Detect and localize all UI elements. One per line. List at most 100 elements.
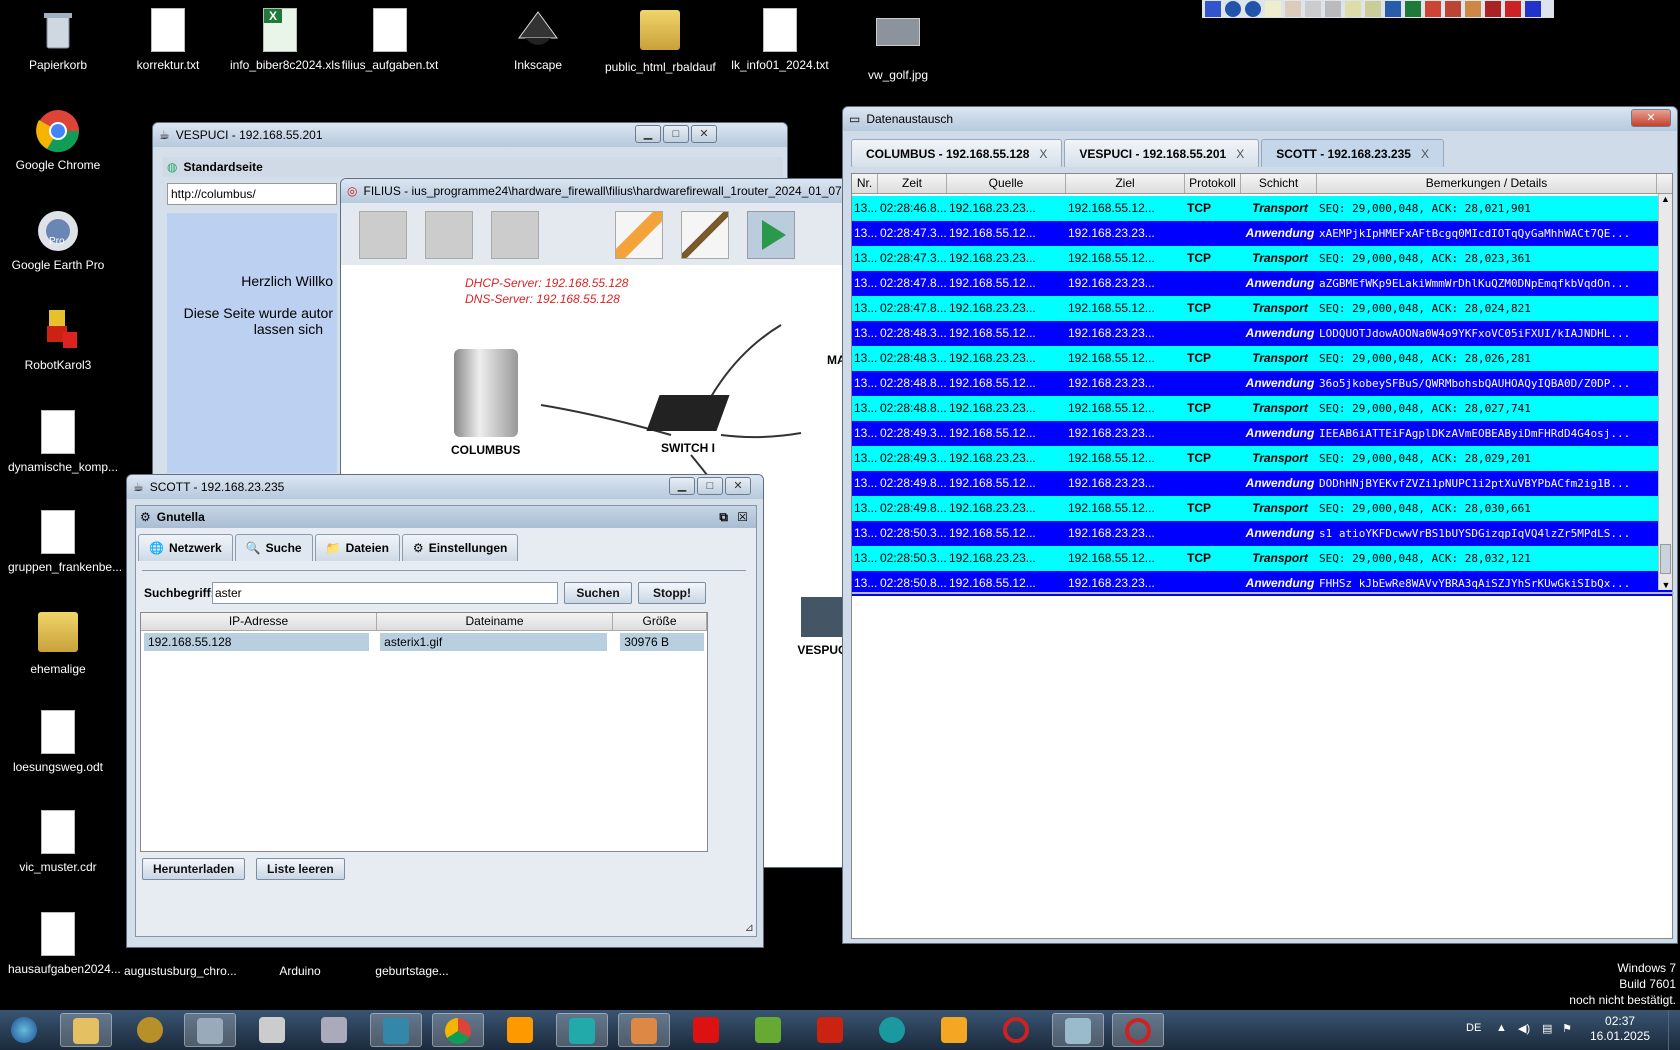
table-row[interactable]: 13... 02:28:49.3... 192.168.23.23... 192.16… xyxy=(852,446,1672,471)
infopath-icon[interactable] xyxy=(1505,1,1521,17)
close-icon[interactable]: ✕ xyxy=(725,477,751,495)
play-icon[interactable] xyxy=(747,211,795,259)
tab-netzwerk[interactable]: 🌐 Netzwerk xyxy=(138,534,233,561)
table-row[interactable]: 13... 02:28:49.8... 192.168.23.23... 192.16… xyxy=(852,496,1672,521)
desktop-icon-dynamische[interactable]: dynamische_komp... xyxy=(8,410,118,474)
close-tab-icon[interactable]: X xyxy=(1236,147,1244,161)
taskbar-notes[interactable] xyxy=(1052,1013,1104,1047)
taskbar-filius-active[interactable] xyxy=(1112,1013,1164,1047)
taskbar-media[interactable] xyxy=(494,1013,546,1047)
desktop-icon-vw-golf[interactable]: vw_golf.jpg xyxy=(848,8,948,82)
scrollbar[interactable]: ▲ ▼ xyxy=(1658,194,1672,590)
taskbar-settings[interactable] xyxy=(124,1013,176,1047)
desktop-icon-vic-muster[interactable]: vic_muster.cdr xyxy=(8,810,108,874)
desktop-icon-lk-info[interactable]: lk_info01_2024.txt xyxy=(730,8,830,72)
table-row[interactable]: 13... 02:28:47.3... 192.168.55.12... 192.16… xyxy=(852,221,1672,246)
access-icon[interactable] xyxy=(1485,1,1501,17)
scroll-up-icon[interactable]: ▲ xyxy=(1659,194,1672,204)
close-icon[interactable]: ✕ xyxy=(691,125,717,143)
taskbar-paint[interactable] xyxy=(618,1013,670,1047)
form-icon[interactable] xyxy=(1325,1,1341,17)
excel-icon[interactable] xyxy=(1405,1,1421,17)
desktop-icon-arduino[interactable]: Arduino xyxy=(250,964,350,978)
desktop-icon-loesungsweg[interactable]: loesungsweg.odt xyxy=(8,710,108,774)
maximize-icon[interactable]: □ xyxy=(663,125,689,143)
language-indicator[interactable]: DE xyxy=(1466,1022,1481,1034)
help-icon[interactable] xyxy=(1245,1,1261,17)
clipboard-icon[interactable] xyxy=(1305,1,1321,17)
close-icon[interactable]: ☒ xyxy=(737,510,748,524)
stop-button[interactable]: Stopp! xyxy=(638,582,706,604)
powerpoint-icon[interactable] xyxy=(1425,1,1441,17)
node-columbus[interactable]: COLUMBUS xyxy=(451,349,520,457)
taskbar-notepad[interactable] xyxy=(184,1013,236,1047)
publisher-icon[interactable] xyxy=(1445,1,1461,17)
desktop-icon-google-earth[interactable]: Pro Google Earth Pro xyxy=(8,208,108,272)
resize-grip-icon[interactable]: ⊿ xyxy=(745,921,754,934)
desktop-icon-augustusburg[interactable]: augustusburg_chro... xyxy=(124,964,237,978)
app-icon[interactable] xyxy=(1205,1,1221,17)
word-icon[interactable] xyxy=(1385,1,1401,17)
open-folder-icon[interactable] xyxy=(425,211,473,259)
mail-icon[interactable] xyxy=(1285,1,1301,17)
tab-dateien[interactable]: 📁 Dateien xyxy=(314,534,400,561)
taskbar-files[interactable] xyxy=(246,1013,298,1047)
tab-suche[interactable]: 🔍 Suche xyxy=(234,534,313,561)
taskbar-sketch[interactable] xyxy=(742,1013,794,1047)
table-row[interactable]: 13... 02:28:49.8... 192.168.55.12... 192.16… xyxy=(852,471,1672,496)
search-input[interactable] xyxy=(212,582,558,604)
table-row[interactable]: 13... 02:28:48.3... 192.168.55.12... 192.16… xyxy=(852,321,1672,346)
desktop-icon-chrome[interactable]: Google Chrome xyxy=(8,108,108,172)
taskbar-filius[interactable] xyxy=(990,1013,1042,1047)
pencil-edit-icon[interactable] xyxy=(615,211,663,259)
scott-titlebar[interactable]: ☕ SCOTT - 192.168.23.235 ▁ □ ✕ xyxy=(127,475,763,499)
table-row[interactable]: 192.168.55.128 asterix1.gif 30976 B xyxy=(141,633,707,651)
filius-titlebar[interactable]: ◎ FILIUS - ius_programme24\hardware_fire… xyxy=(341,179,849,203)
notes-icon[interactable] xyxy=(1345,1,1361,17)
taskbar-explorer[interactable] xyxy=(60,1013,112,1047)
desktop-icon-inkscape[interactable]: Inkscape xyxy=(488,8,588,72)
desktop-icon-xls[interactable]: Xinfo_biber8c2024.xls xyxy=(230,8,340,72)
clear-list-button[interactable]: Liste leeren xyxy=(256,858,345,880)
flag-icon[interactable]: ⚑ xyxy=(1562,1022,1572,1035)
desktop-icon-robotkarol[interactable]: RobotKarol3 xyxy=(8,308,108,372)
datenaustausch-titlebar[interactable]: ▭ Datenaustausch ✕ xyxy=(843,107,1677,131)
close-tab-icon[interactable]: X xyxy=(1421,147,1429,161)
new-file-icon[interactable] xyxy=(359,211,407,259)
desktop-icon-public-html[interactable]: public_html_rbaldauf xyxy=(605,8,716,74)
table-row[interactable]: 13... 02:28:47.3... 192.168.23.23... 192.16… xyxy=(852,246,1672,271)
tab-vespuci[interactable]: VESPUCI - 192.168.55.201 X xyxy=(1064,139,1260,167)
table-row[interactable]: 13... 02:28:46.8... 192.168.23.23... 192.16… xyxy=(852,196,1672,221)
download-button[interactable]: Herunterladen xyxy=(142,858,246,880)
table-row[interactable]: 13... 02:28:49.3... 192.168.55.12... 192.16… xyxy=(852,421,1672,446)
taskbar-app[interactable] xyxy=(556,1013,608,1047)
minimize-icon[interactable]: ▁ xyxy=(635,125,661,143)
detach-icon[interactable]: ⧉ xyxy=(719,510,728,525)
desktop-icon-hausaufgaben[interactable]: hausaufgaben2024... xyxy=(8,912,121,976)
taskbar-arduino[interactable] xyxy=(866,1013,918,1047)
taskbar-scratch[interactable] xyxy=(928,1013,980,1047)
desktop-icon-gruppen[interactable]: gruppen_frankenbe... xyxy=(8,510,122,574)
scroll-thumb[interactable] xyxy=(1660,544,1671,574)
taskbar-java[interactable] xyxy=(370,1013,422,1047)
desktop-icon-ehemalige[interactable]: ehemalige xyxy=(8,610,108,676)
minimize-icon[interactable]: ▁ xyxy=(669,477,695,495)
table-row[interactable]: 13... 02:28:50.3... 192.168.55.12... 192.16… xyxy=(852,521,1672,546)
tab-columbus[interactable]: COLUMBUS - 192.168.55.128 X xyxy=(851,139,1063,167)
save-icon[interactable] xyxy=(491,211,539,259)
pencil-icon[interactable] xyxy=(1365,1,1381,17)
taskbar-chrome[interactable] xyxy=(432,1013,484,1047)
desktop-icon-korrektur[interactable]: korrektur.txt xyxy=(118,8,218,72)
url-field[interactable]: http://columbus/ xyxy=(167,183,337,205)
desktop-icon-recycle-bin[interactable]: Papierkorb xyxy=(8,8,108,72)
taskbar-robotkarol[interactable] xyxy=(804,1013,856,1047)
desktop-icon-geburtstage[interactable]: geburtstage... xyxy=(362,964,462,978)
tab-einstellungen[interactable]: ⚙ Einstellungen xyxy=(401,534,519,561)
search-button[interactable]: Suchen xyxy=(564,582,632,604)
desktop-icon-filius-aufgaben[interactable]: filius_aufgaben.txt xyxy=(340,8,440,72)
maximize-icon[interactable]: □ xyxy=(697,477,723,495)
window-icon[interactable] xyxy=(1525,1,1541,17)
taskbar-calculator[interactable] xyxy=(308,1013,360,1047)
table-row[interactable]: 13... 02:28:50.3... 192.168.23.23... 192.16… xyxy=(852,546,1672,571)
node-switch[interactable]: SWITCH I xyxy=(646,395,730,455)
